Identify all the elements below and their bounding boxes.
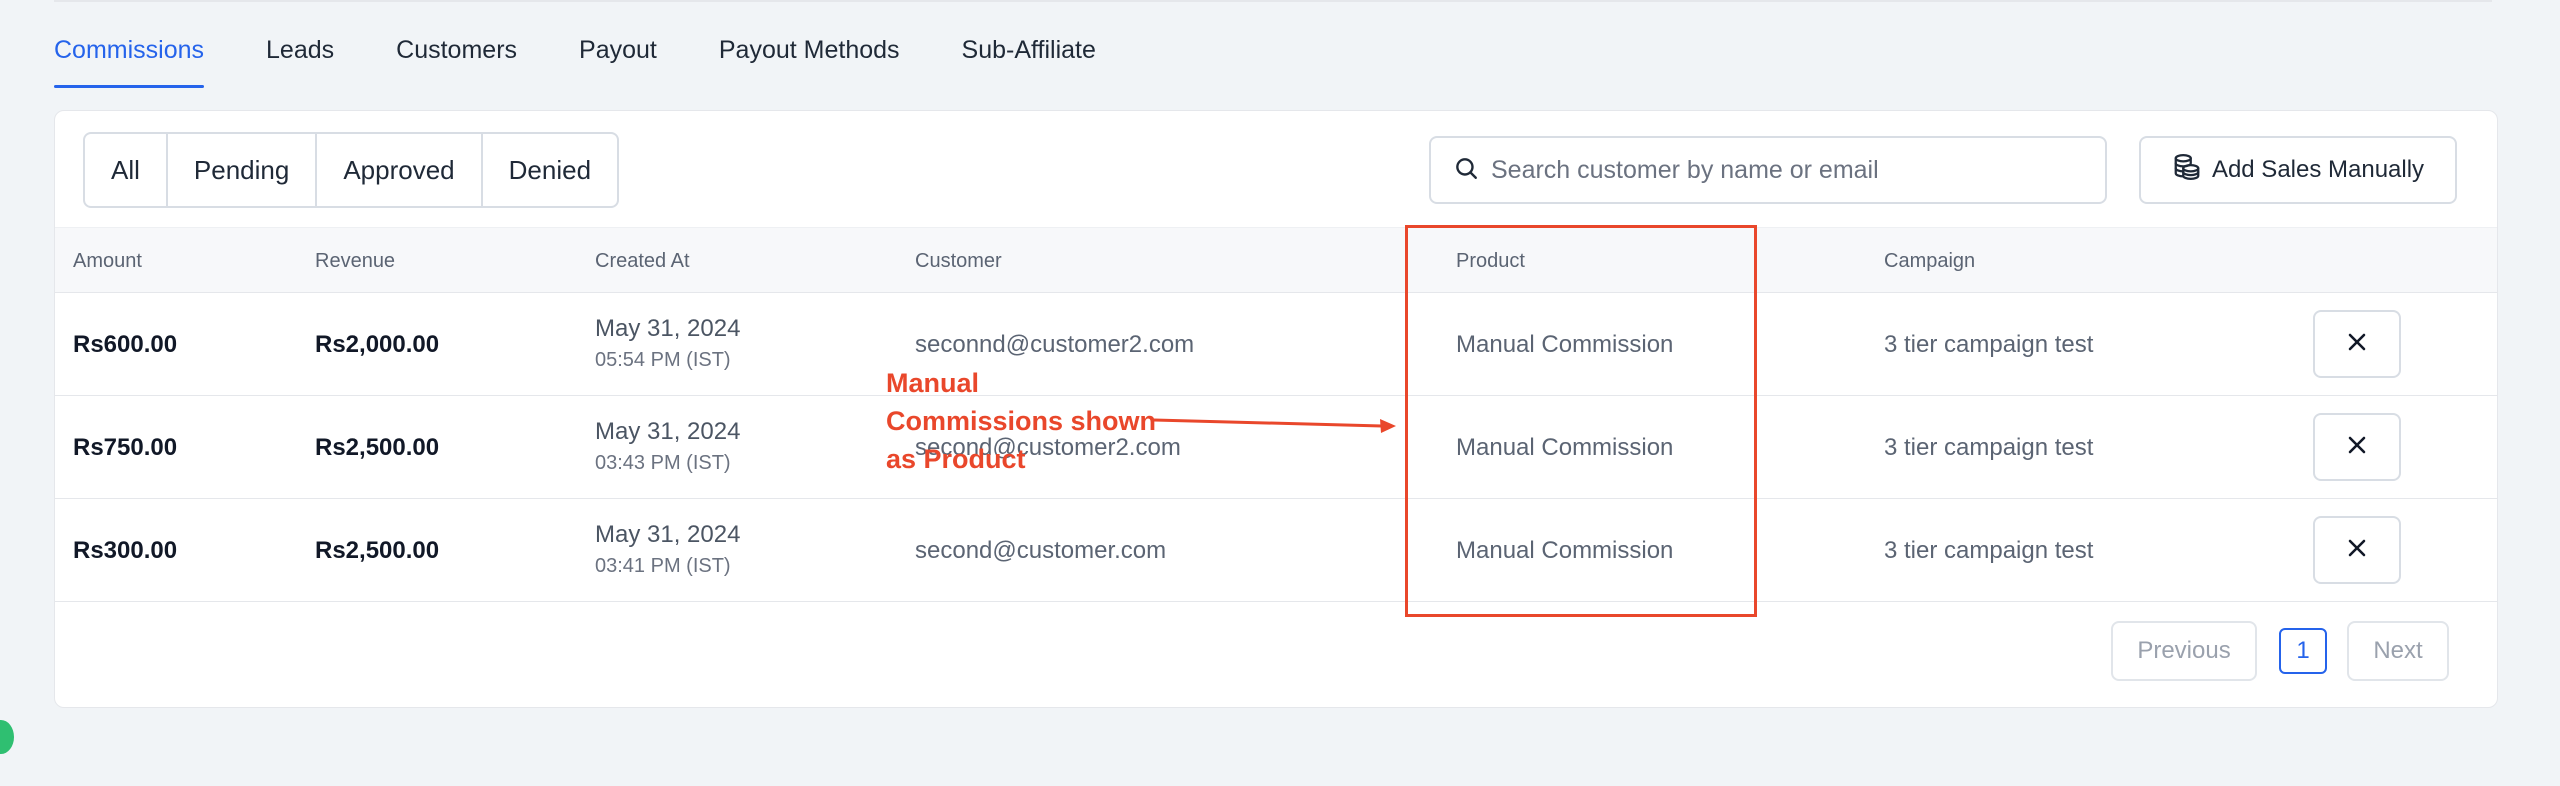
top-divider xyxy=(54,0,2492,2)
created-date: May 31, 2024 xyxy=(595,521,741,548)
previous-page-button[interactable]: Previous xyxy=(2111,621,2257,681)
close-icon xyxy=(2347,332,2367,357)
coins-icon xyxy=(2172,152,2212,189)
created-date: May 31, 2024 xyxy=(595,315,741,342)
table-row: Rs300.00 Rs2,500.00 May 31, 2024 03:41 P… xyxy=(55,499,2497,602)
campaign-cell: 3 tier campaign test xyxy=(1884,537,2094,564)
filter-approved-button[interactable]: Approved xyxy=(317,134,483,206)
tab-sub-affiliate[interactable]: Sub-Affiliate xyxy=(962,30,1096,88)
customer-cell: second@customer.com xyxy=(915,537,1167,564)
revenue-cell: Rs2,000.00 xyxy=(315,331,440,358)
annotation-arrow-icon xyxy=(1153,418,1396,433)
campaign-cell: 3 tier campaign test xyxy=(1884,434,2094,461)
amount-cell: Rs600.00 xyxy=(73,331,178,358)
status-dot xyxy=(0,720,14,754)
status-filter-group: All Pending Approved Denied xyxy=(83,132,620,208)
search-box[interactable] xyxy=(1429,136,2107,204)
campaign-cell: 3 tier campaign test xyxy=(1884,331,2094,358)
created-time: 03:43 PM (IST) xyxy=(595,452,731,474)
tab-bar: Commissions Leads Customers Payout Payou… xyxy=(54,30,1158,88)
tab-payout[interactable]: Payout xyxy=(579,30,657,88)
add-sales-label: Add Sales Manually xyxy=(2211,156,2425,183)
delete-row-button[interactable] xyxy=(2313,516,2401,584)
column-created-at: Created At xyxy=(595,250,690,272)
filter-denied-button[interactable]: Denied xyxy=(483,134,617,206)
table-row: Rs600.00 Rs2,000.00 May 31, 2024 05:54 P… xyxy=(55,293,2497,396)
page-number-button[interactable]: 1 xyxy=(2279,628,2327,674)
amount-cell: Rs300.00 xyxy=(73,537,178,564)
filter-all-button[interactable]: All xyxy=(85,134,168,206)
annotation-highlight-box xyxy=(1405,225,1757,617)
filter-pending-button[interactable]: Pending xyxy=(168,134,318,206)
created-time: 05:54 PM (IST) xyxy=(595,349,731,371)
revenue-cell: Rs2,500.00 xyxy=(315,434,440,461)
search-input[interactable] xyxy=(1491,155,2091,185)
close-icon xyxy=(2347,538,2367,563)
created-date: May 31, 2024 xyxy=(595,418,741,445)
annotation-line-1: Manual xyxy=(886,368,980,398)
column-campaign: Campaign xyxy=(1884,250,1976,272)
customer-cell: seconnd@customer2.com xyxy=(915,331,1195,358)
add-sales-manually-button[interactable]: Add Sales Manually xyxy=(2139,136,2457,204)
column-amount: Amount xyxy=(73,250,142,272)
tab-customers[interactable]: Customers xyxy=(396,30,517,88)
annotation-line-3: as Product xyxy=(886,444,1026,474)
delete-row-button[interactable] xyxy=(2313,310,2401,378)
commissions-card: All Pending Approved Denied Add Sales Ma… xyxy=(54,110,2498,708)
column-customer: Customer xyxy=(915,250,1002,272)
table-header: Amount Revenue Created At Customer Produ… xyxy=(55,227,2497,293)
revenue-cell: Rs2,500.00 xyxy=(315,537,440,564)
tab-leads[interactable]: Leads xyxy=(266,30,334,88)
delete-row-button[interactable] xyxy=(2313,413,2401,481)
column-revenue: Revenue xyxy=(315,250,396,272)
created-time: 03:41 PM (IST) xyxy=(595,555,731,577)
amount-cell: Rs750.00 xyxy=(73,434,178,461)
tab-payout-methods[interactable]: Payout Methods xyxy=(719,30,900,88)
search-icon xyxy=(1453,155,1479,186)
tab-commissions[interactable]: Commissions xyxy=(54,30,205,88)
close-icon xyxy=(2347,435,2367,460)
next-page-button[interactable]: Next xyxy=(2347,621,2449,681)
